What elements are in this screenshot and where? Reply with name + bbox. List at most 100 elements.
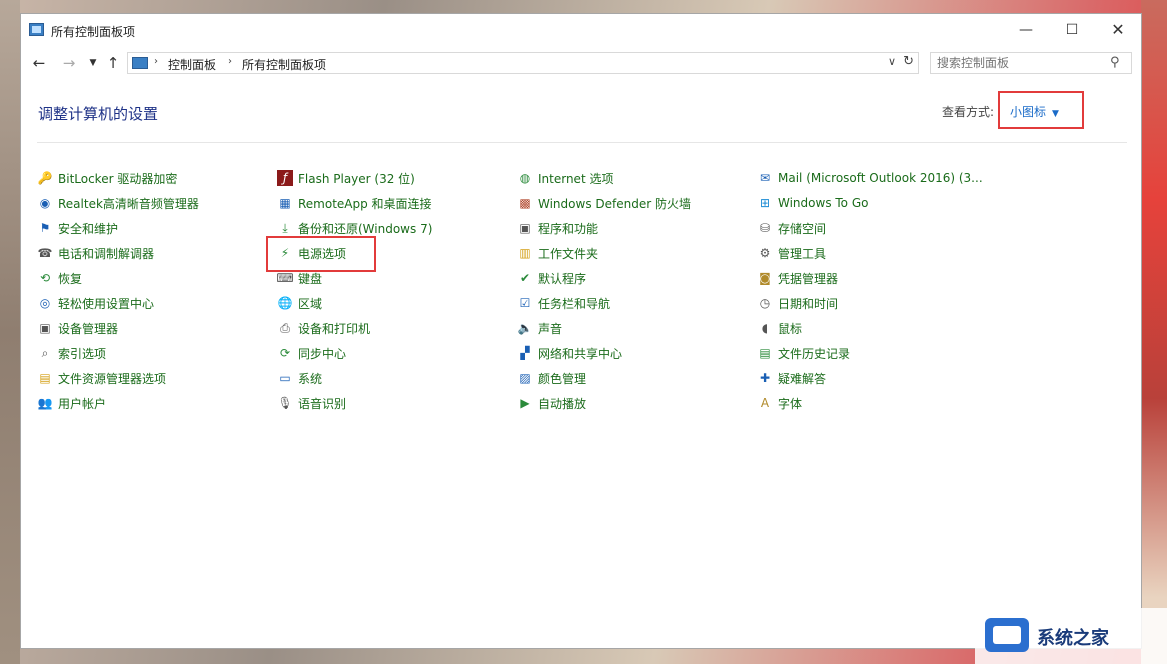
control-panel-item[interactable]: ⟲ 恢复 [37,268,82,288]
control-panel-item-label: 安全和维护 [58,221,119,236]
control-panel-item[interactable]: ⌕ 索引选项 [37,343,106,363]
control-panel-item[interactable]: ⎙ 设备和打印机 [277,318,370,338]
control-panel-item[interactable]: A 字体 [757,393,802,413]
watermark-logo-icon [985,618,1029,652]
search-input[interactable] [930,52,1132,74]
control-panel-item-label: 电话和调制解调器 [58,246,155,261]
control-panel-item[interactable]: ◖ 鼠标 [757,318,802,338]
refresh-icon[interactable]: ↻ [903,54,914,69]
control-panel-item-label: Realtek高清晰音频管理器 [58,196,199,211]
folder-options-icon: ▤ [39,371,51,385]
control-panel-window: 所有控制面板项 — ☐ ✕ ← → ▼ ↑ › 控制面板 › 所有控制面板项 ∨… [20,13,1142,649]
up-arrow-icon[interactable]: ↑ [103,52,123,74]
control-panel-item[interactable]: 🔑 BitLocker 驱动器加密 [37,168,178,188]
region-globe-icon: 🌐 [277,296,293,310]
back-arrow-icon[interactable]: ← [29,52,49,74]
control-panel-item[interactable]: ƒ Flash Player (32 位) [277,168,415,188]
indexing-icon: ⌕ [41,346,49,360]
desktop-wallpaper-right [1141,0,1167,664]
forward-arrow-icon[interactable]: → [59,52,79,74]
breadcrumb-chevron-icon[interactable]: › [228,56,232,67]
highlight-box-view-by [998,91,1084,129]
control-panel-item-label: 同步中心 [298,346,347,361]
control-panel-item[interactable]: ◙ 凭据管理器 [757,268,838,288]
recent-locations-chevron-icon[interactable]: ▼ [83,52,103,74]
microphone-icon: 🎙 [277,396,293,410]
control-panel-item-label: 字体 [778,396,803,411]
flag-icon: ⚑ [39,221,51,235]
control-panel-item[interactable]: 🔈 声音 [517,318,563,338]
control-panel-item-label: Internet 选项 [538,171,614,186]
control-panel-item[interactable]: ▣ 程序和功能 [517,218,598,238]
windows-logo-icon: ⊞ [759,196,771,210]
control-panel-item[interactable]: ◷ 日期和时间 [757,293,838,313]
control-panel-item[interactable]: ▩ Windows Defender 防火墙 [517,193,691,213]
control-panel-item[interactable]: ⛁ 存储空间 [757,218,826,238]
control-panel-item[interactable]: ☑ 任务栏和导航 [517,293,610,313]
control-panel-icon [29,23,44,36]
font-icon: A [760,396,770,410]
search-icon[interactable]: ⚲ [1110,55,1120,70]
control-panel-item-label: BitLocker 驱动器加密 [58,171,178,186]
phone-modem-icon: ☎ [37,246,53,260]
control-panel-item[interactable]: 🎙 语音识别 [277,393,346,413]
control-panel-item[interactable]: ◍ Internet 选项 [517,168,614,188]
control-panel-item[interactable]: ◉ Realtek高清晰音频管理器 [37,193,199,213]
control-panel-item[interactable]: ▤ 文件历史记录 [757,343,850,363]
control-panel-item[interactable]: 🌐 区域 [277,293,323,313]
control-panel-item[interactable]: ⚙ 管理工具 [757,243,826,263]
control-panel-item[interactable]: ⤓ 备份和还原(Windows 7) [277,218,432,238]
control-panel-item[interactable]: ▥ 工作文件夹 [517,243,598,263]
control-panel-item[interactable]: ▶ 自动播放 [517,393,586,413]
watermark: 系统之家 [975,608,1167,664]
work-folders-icon: ▥ [519,246,531,260]
breadcrumb-chevron-icon[interactable]: › [154,56,158,67]
control-panel-item[interactable]: 👥 用户帐户 [37,393,107,413]
control-panel-item[interactable]: ▦ RemoteApp 和桌面连接 [277,193,431,213]
control-panel-item[interactable]: ✔ 默认程序 [517,268,586,288]
control-panel-item[interactable]: ▣ 设备管理器 [37,318,118,338]
remoteapp-icon: ▦ [279,196,291,210]
control-panel-item[interactable]: ⚑ 安全和维护 [37,218,118,238]
maximize-button[interactable]: ☐ [1049,14,1095,46]
control-panel-item-label: 恢复 [58,271,83,286]
printer-icon: ⎙ [280,321,290,335]
device-manager-icon: ▣ [39,321,51,335]
control-panel-item-label: 自动播放 [538,396,587,411]
file-history-icon: ▤ [759,346,771,360]
control-panel-item[interactable]: ▞ 网络和共享中心 [517,343,622,363]
control-panel-item-label: 管理工具 [778,246,827,261]
programs-icon: ▣ [519,221,531,235]
credential-icon: ◙ [759,271,771,285]
control-panel-item[interactable]: ⊞ Windows To Go [757,193,869,213]
calendar-clock-icon: ◷ [759,296,771,310]
control-panel-item-label: 日期和时间 [778,296,839,311]
ease-of-access-icon: ◎ [39,296,51,310]
default-programs-icon: ✔ [519,271,531,285]
control-panel-item-label: 疑难解答 [778,371,827,386]
autoplay-icon: ▶ [520,396,530,410]
control-panel-item-label: 凭据管理器 [778,271,839,286]
address-bar[interactable]: › 控制面板 › 所有控制面板项 ∨ ↻ [127,52,919,74]
network-icon: ▞ [520,346,530,360]
system-monitor-icon: ▭ [279,371,291,385]
backup-icon: ⤓ [282,221,288,235]
control-panel-item[interactable]: ▭ 系统 [277,368,322,388]
control-panel-item[interactable]: ◎ 轻松使用设置中心 [37,293,154,313]
control-panel-item[interactable]: ▨ 颜色管理 [517,368,586,388]
close-button[interactable]: ✕ [1095,14,1141,46]
breadcrumb-all-items[interactable]: 所有控制面板项 [242,56,326,73]
control-panel-item-label: 程序和功能 [538,221,599,236]
breadcrumb-control-panel[interactable]: 控制面板 [168,56,216,73]
control-panel-item[interactable]: ✉ Mail (Microsoft Outlook 2016) (3... [757,168,983,188]
control-panel-item[interactable]: ☎ 电话和调制解调器 [37,243,155,263]
control-panel-item-label: 默认程序 [538,271,587,286]
window-title: 所有控制面板项 [51,25,136,39]
minimize-button[interactable]: — [1003,14,1049,46]
control-panel-item[interactable]: ⟳ 同步中心 [277,343,346,363]
control-panel-item[interactable]: ✚ 疑难解答 [757,368,826,388]
taskbar-icon: ☑ [519,296,531,310]
control-panel-item-label: Mail (Microsoft Outlook 2016) (3... [778,171,983,185]
control-panel-item[interactable]: ▤ 文件资源管理器选项 [37,368,166,388]
address-dropdown-icon[interactable]: ∨ [888,55,896,68]
